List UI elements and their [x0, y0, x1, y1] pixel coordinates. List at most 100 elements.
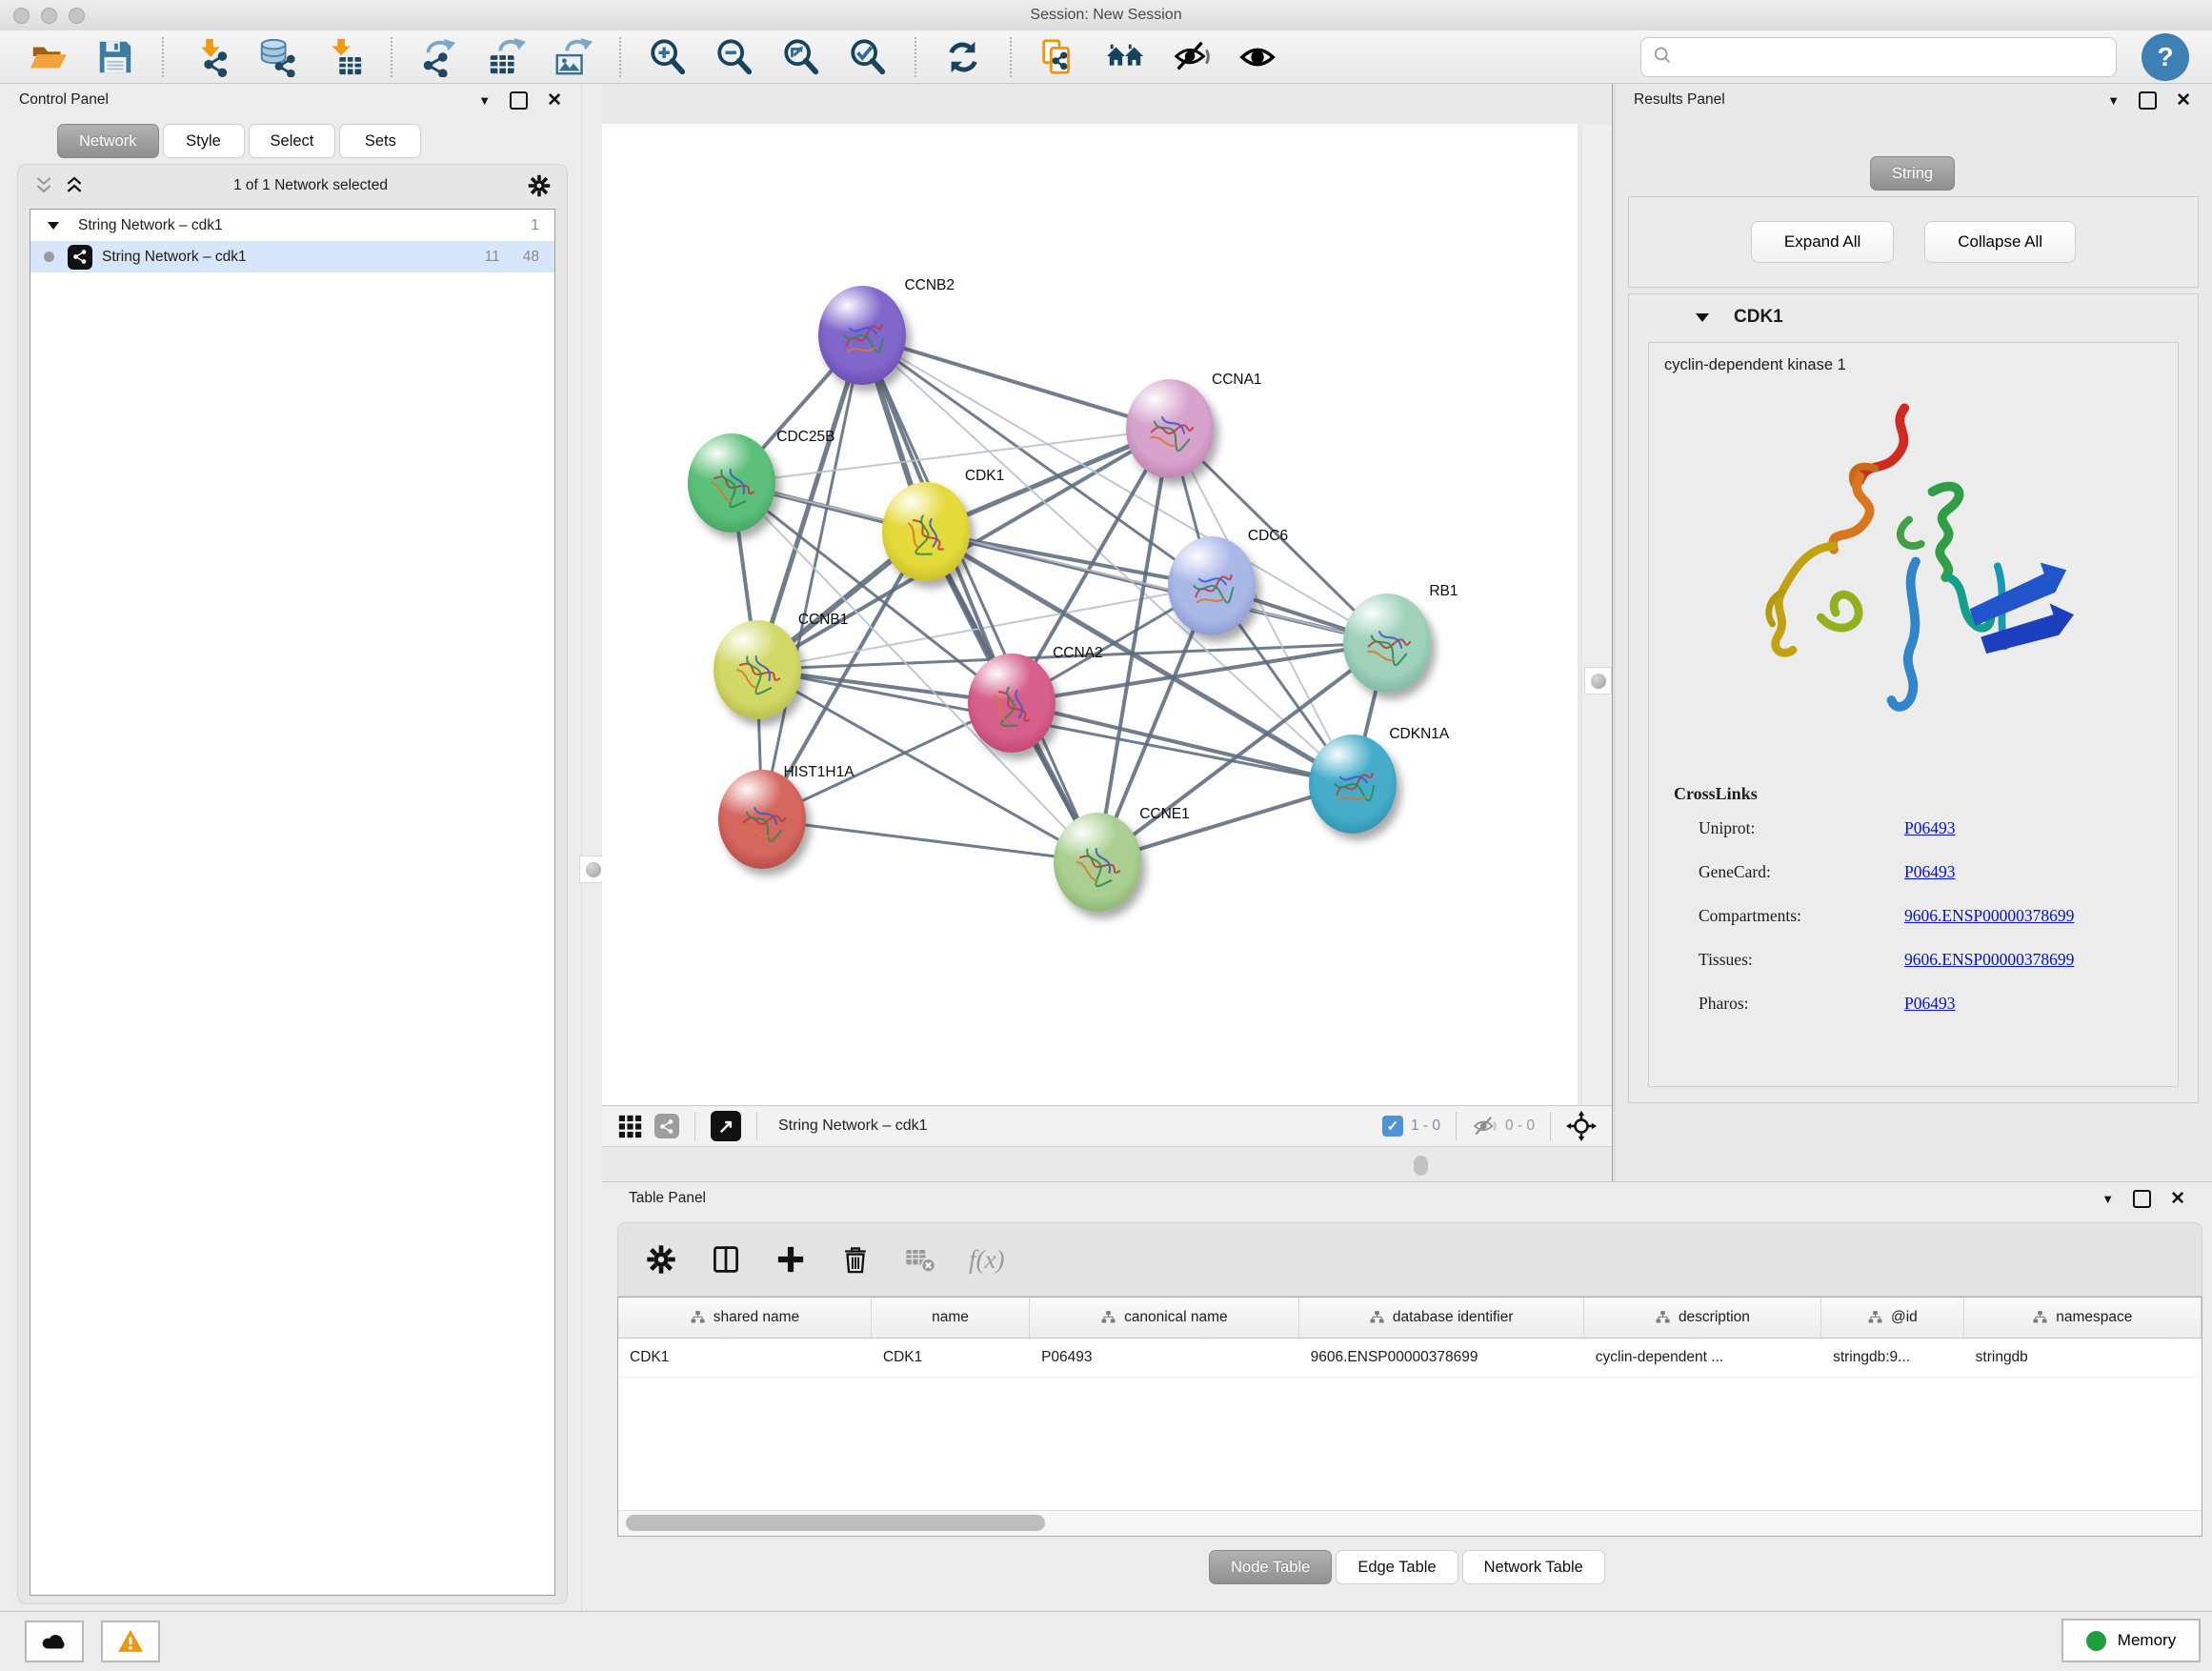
- crosslink-link[interactable]: P06493: [1904, 862, 1955, 882]
- table-options-gear-icon[interactable]: [645, 1243, 677, 1276]
- table-horizontal-scrollbar[interactable]: [618, 1510, 2202, 1536]
- column-header-description[interactable]: description: [1584, 1298, 1821, 1338]
- delete-column-trash-icon[interactable]: [839, 1243, 872, 1276]
- horizontal-splitter-handle[interactable]: [1414, 1156, 1428, 1176]
- column-header-canonical-name[interactable]: canonical name: [1030, 1298, 1299, 1338]
- zoom-in-button[interactable]: [642, 33, 694, 81]
- import-network-from-database-button[interactable]: [251, 33, 303, 81]
- expand-all-networks-icon[interactable]: [64, 175, 85, 196]
- results-panel-float-icon[interactable]: [2139, 91, 2157, 110]
- tab-network-table[interactable]: Network Table: [1462, 1550, 1605, 1584]
- results-panel-collapse-icon[interactable]: ▼: [2107, 93, 2120, 108]
- network-canvas[interactable]: CCNB2CCNA1CDC25BCDK1CDC6RB1CCNB1CCNA2CDK…: [602, 124, 1578, 1105]
- table-cell[interactable]: CDK1: [618, 1339, 872, 1377]
- crosslink-link[interactable]: P06493: [1904, 818, 1955, 838]
- collection-expand-icon[interactable]: [48, 222, 59, 235]
- tab-style[interactable]: Style: [163, 124, 245, 158]
- tab-edge-table[interactable]: Edge Table: [1336, 1550, 1458, 1584]
- table-scrollbar-thumb[interactable]: [626, 1515, 1045, 1531]
- window-close-button[interactable]: [13, 8, 30, 24]
- export-table-button[interactable]: [480, 33, 532, 81]
- table-panel-collapse-icon[interactable]: ▼: [2101, 1192, 2114, 1206]
- node-CDC6[interactable]: [1168, 536, 1256, 635]
- node-CCNB2[interactable]: [818, 286, 906, 385]
- memory-button[interactable]: Memory: [2061, 1619, 2201, 1662]
- collapse-all-networks-icon[interactable]: [33, 175, 54, 196]
- node-RB1[interactable]: [1343, 594, 1431, 693]
- zoom-fit-button[interactable]: [775, 33, 827, 81]
- tab-network[interactable]: Network: [57, 124, 159, 158]
- table-cell[interactable]: cyclin-dependent ...: [1584, 1339, 1821, 1377]
- collapse-all-button[interactable]: Collapse All: [1924, 221, 2076, 263]
- pan-crosshair-icon[interactable]: [1566, 1111, 1597, 1141]
- column-header-name[interactable]: name: [872, 1298, 1030, 1338]
- save-session-button[interactable]: [90, 33, 141, 81]
- apply-preferred-layout-button[interactable]: [937, 33, 989, 81]
- search-input[interactable]: [1676, 48, 2106, 67]
- horizontal-splitter[interactable]: [602, 1149, 1612, 1181]
- tab-sets[interactable]: Sets: [339, 124, 421, 158]
- cloud-button[interactable]: [25, 1621, 84, 1662]
- column-header-namespace[interactable]: namespace: [1964, 1298, 2202, 1338]
- show-columns-icon[interactable]: [710, 1243, 742, 1276]
- import-network-from-file-button[interactable]: [185, 33, 236, 81]
- canvas-scrollbar[interactable]: [1581, 124, 1613, 1105]
- node-CDKN1A[interactable]: [1309, 735, 1397, 834]
- import-table-from-file-button[interactable]: [318, 33, 370, 81]
- node-CCNB1[interactable]: [714, 620, 801, 719]
- node-CCNE1[interactable]: [1054, 813, 1141, 912]
- crosslink-link[interactable]: P06493: [1904, 994, 1955, 1014]
- window-zoom-button[interactable]: [69, 8, 85, 24]
- table-cell[interactable]: stringdb:9...: [1821, 1339, 1964, 1377]
- show-all-button[interactable]: [1233, 33, 1284, 81]
- selected-checkbox-icon[interactable]: ✓: [1382, 1116, 1403, 1137]
- export-image-button[interactable]: [547, 33, 598, 81]
- table-cell[interactable]: stringdb: [1964, 1339, 2202, 1377]
- first-neighbors-button[interactable]: [1099, 33, 1151, 81]
- canvas-scrollbar-handle[interactable]: [1584, 667, 1612, 695]
- node-CCNA2[interactable]: [968, 654, 1056, 753]
- network-row[interactable]: String Network – cdk1 11 48: [30, 241, 554, 272]
- network-type-icon[interactable]: [654, 1114, 679, 1138]
- control-panel-float-icon[interactable]: [510, 91, 528, 110]
- table-panel-float-icon[interactable]: [2133, 1190, 2151, 1208]
- zoom-out-button[interactable]: [709, 33, 760, 81]
- table-cell[interactable]: 9606.ENSP00000378699: [1299, 1339, 1584, 1377]
- zoom-selected-button[interactable]: [842, 33, 894, 81]
- node-CDC25B[interactable]: [688, 433, 775, 533]
- open-session-button[interactable]: [23, 33, 74, 81]
- table-cell[interactable]: P06493: [1030, 1339, 1299, 1377]
- export-network-button[interactable]: [413, 33, 465, 81]
- network-options-gear-icon[interactable]: [527, 173, 552, 198]
- warnings-button[interactable]: [101, 1621, 160, 1662]
- duplicate-network-button[interactable]: [1033, 33, 1084, 81]
- column-header-database-identifier[interactable]: database identifier: [1299, 1298, 1584, 1338]
- column-header--id[interactable]: @id: [1821, 1298, 1964, 1338]
- hide-selected-button[interactable]: [1166, 33, 1217, 81]
- window-minimize-button[interactable]: [41, 8, 57, 24]
- table-panel-close-icon[interactable]: ✕: [2170, 1190, 2185, 1208]
- left-vertical-splitter[interactable]: [581, 84, 604, 1612]
- search-box[interactable]: [1640, 37, 2117, 77]
- help-button[interactable]: ?: [2142, 33, 2189, 81]
- tab-select[interactable]: Select: [249, 124, 336, 158]
- crosslink-link[interactable]: 9606.ENSP00000378699: [1904, 906, 2074, 926]
- open-in-new-icon[interactable]: ↗: [711, 1111, 741, 1141]
- gene-section-expand-icon[interactable]: [1696, 313, 1709, 329]
- node-CCNA1[interactable]: [1126, 379, 1214, 478]
- results-panel-close-icon[interactable]: ✕: [2176, 91, 2191, 110]
- tab-string[interactable]: String: [1870, 156, 1955, 191]
- network-collection-row[interactable]: String Network – cdk1 1: [30, 210, 554, 241]
- add-column-plus-icon[interactable]: [774, 1243, 807, 1276]
- node-CDK1[interactable]: [882, 482, 970, 581]
- birdseye-grid-icon[interactable]: [617, 1114, 643, 1139]
- control-panel-collapse-icon[interactable]: ▼: [478, 93, 491, 108]
- expand-all-button[interactable]: Expand All: [1751, 221, 1894, 263]
- column-header-shared-name[interactable]: shared name: [618, 1298, 872, 1338]
- tab-node-table[interactable]: Node Table: [1209, 1550, 1332, 1584]
- table-row[interactable]: CDK1CDK1P064939606.ENSP00000378699cyclin…: [618, 1339, 2202, 1378]
- node-HIST1H1A[interactable]: [718, 770, 806, 869]
- table-cell[interactable]: CDK1: [872, 1339, 1030, 1377]
- control-panel-close-icon[interactable]: ✕: [547, 91, 562, 110]
- crosslink-link[interactable]: 9606.ENSP00000378699: [1904, 950, 2074, 970]
